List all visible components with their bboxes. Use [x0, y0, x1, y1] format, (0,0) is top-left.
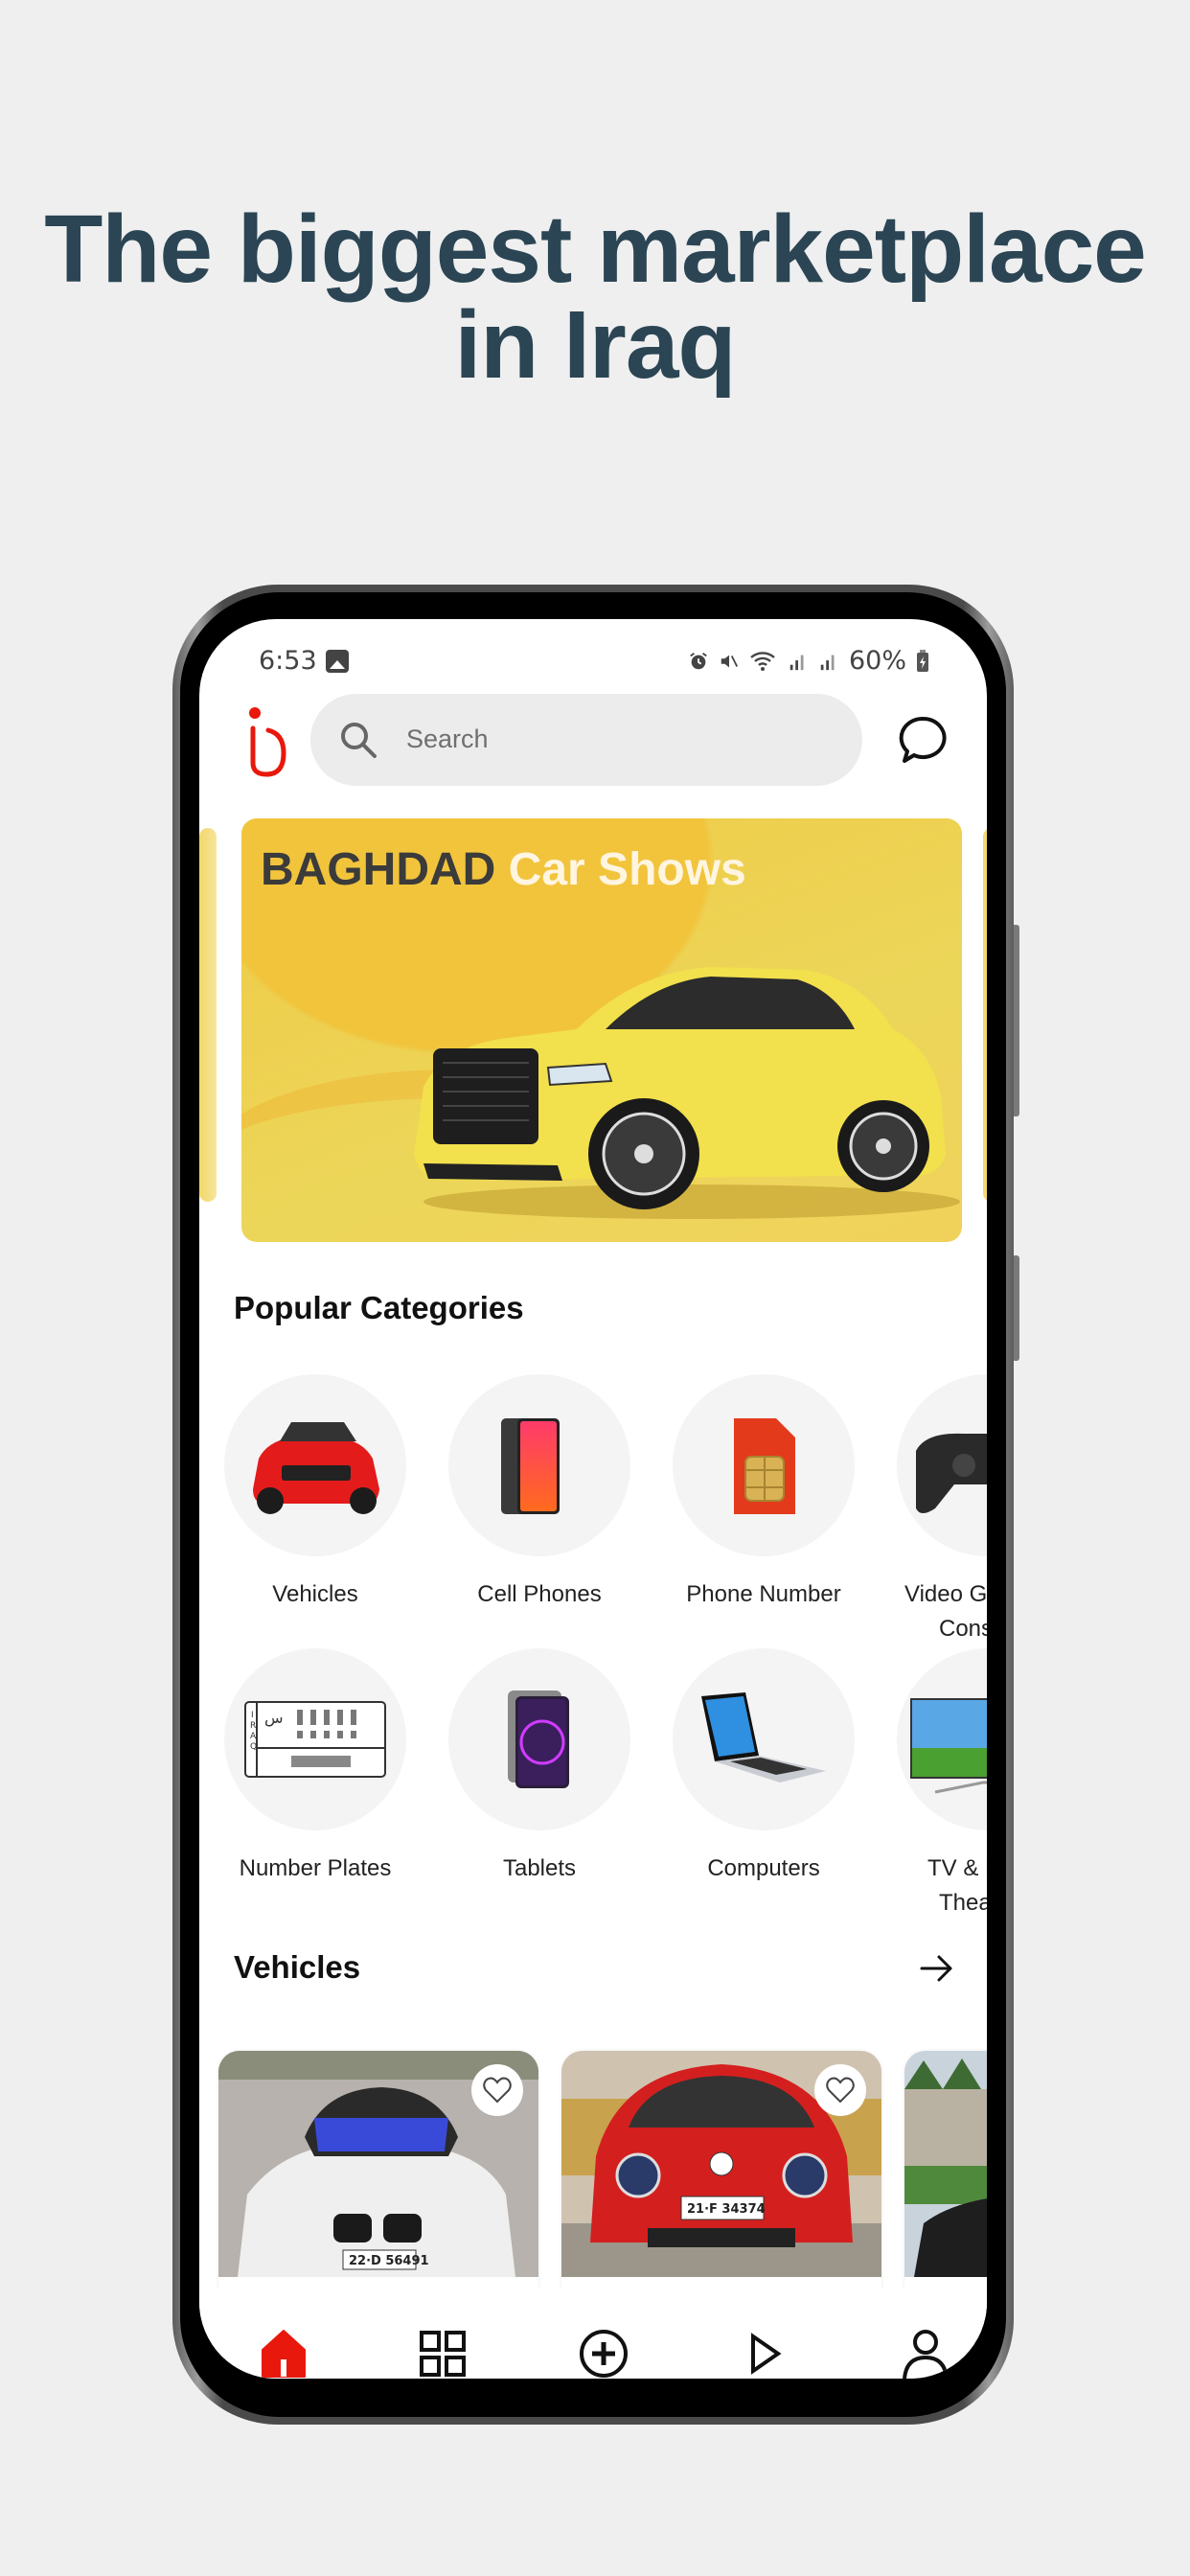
home-icon: [262, 2330, 306, 2378]
popular-categories-title: Popular Categories: [234, 1290, 524, 1325]
category-label-line2: Conso: [939, 1616, 987, 1642]
arrow-right-icon[interactable]: [918, 1949, 956, 1988]
category-vehicles[interactable]: Vehicles: [224, 1374, 406, 1612]
iraq-plate-icon: I R A Q س: [244, 1701, 386, 1778]
category-phone-number[interactable]: Phone Number: [673, 1374, 855, 1612]
category-label: Tablets: [502, 1855, 577, 1881]
category-label: Computers: [707, 1855, 820, 1881]
profile-icon: [903, 2330, 949, 2379]
banner-prev-peek[interactable]: [199, 828, 217, 1202]
category-image: I R A Q س: [224, 1648, 406, 1830]
tablet-icon: [508, 1690, 569, 1788]
battery-charging-icon: [917, 649, 928, 672]
yellow-car-image: [414, 967, 960, 1219]
nav-add-listing[interactable]: [577, 2327, 630, 2379]
favorite-button[interactable]: [814, 2064, 866, 2116]
nav-videos[interactable]: [738, 2327, 791, 2379]
svg-text:A: A: [250, 1732, 257, 1741]
ib-logo[interactable]: [241, 703, 295, 780]
promo-banner[interactable]: BAGHDAD Car Shows: [241, 818, 962, 1242]
category-label: Cell Phones: [477, 1581, 602, 1607]
laptop-icon: [701, 1692, 826, 1782]
category-label: Phone Number: [686, 1581, 841, 1607]
mute-icon: [721, 655, 739, 667]
play-icon: [751, 2333, 782, 2375]
alarm-icon: [690, 652, 707, 669]
category-label: Vehicles: [272, 1581, 358, 1607]
category-image: [673, 1648, 855, 1830]
bottom-navigation: [199, 2288, 987, 2379]
game-controller-icon: [916, 1433, 987, 1513]
banner-title-dark: BAGHDAD: [261, 844, 496, 895]
category-image: [897, 1374, 987, 1556]
heart-icon: [826, 2077, 855, 2104]
banner-next-peek[interactable]: [983, 828, 987, 1202]
category-computers[interactable]: Computers: [673, 1648, 855, 1886]
promo-headline: The biggest marketplace in Iraq: [0, 201, 1190, 393]
license-plate-text: 21·F 34374: [687, 2202, 766, 2217]
category-image: [224, 1374, 406, 1556]
heart-icon: [483, 2077, 512, 2104]
category-tv-home-theater[interactable]: TV & Ho Theat: [897, 1648, 987, 1920]
category-label-line1: Video Ga: [904, 1581, 987, 1607]
status-time: 6:53: [259, 646, 317, 676]
category-image: [673, 1374, 855, 1556]
svg-text:I: I: [251, 1711, 254, 1720]
category-label-line1: TV & Ho: [927, 1855, 987, 1881]
sim-card-icon: [734, 1418, 795, 1514]
license-plate-text: 22·D 56491: [349, 2254, 429, 2268]
chat-bubble-icon[interactable]: [897, 713, 950, 767]
battery-percent: 60%: [848, 646, 906, 676]
category-label: TV & Ho Theat: [897, 1852, 987, 1920]
status-bar: 6:53 60%: [199, 638, 987, 686]
category-tablets[interactable]: Tablets: [448, 1648, 630, 1886]
favorite-button[interactable]: [471, 2064, 523, 2116]
search-input[interactable]: Search: [310, 694, 862, 786]
nav-categories[interactable]: [416, 2327, 469, 2379]
add-circle-icon: [580, 2330, 628, 2378]
app-screen: 6:53 60% Search BAGHDAD Car Shows Popula…: [199, 619, 987, 2379]
category-image: [448, 1374, 630, 1556]
svg-text:Q: Q: [250, 1742, 257, 1752]
search-placeholder: Search: [406, 724, 489, 753]
nav-home[interactable]: [257, 2327, 310, 2379]
category-label: Video Ga Conso: [897, 1577, 987, 1646]
category-label: Number Plates: [239, 1855, 392, 1881]
category-video-games[interactable]: Video Ga Conso: [897, 1374, 987, 1646]
tv-icon: [910, 1698, 987, 1794]
signal-icon: [790, 655, 804, 670]
category-cell-phones[interactable]: Cell Phones: [448, 1374, 630, 1612]
category-image: [897, 1648, 987, 1830]
category-label-line2: Theat: [939, 1890, 987, 1916]
wifi-icon: [750, 651, 775, 671]
headline-line-2: in Iraq: [454, 291, 736, 399]
svg-text:R: R: [250, 1721, 256, 1731]
search-icon: [341, 723, 377, 758]
smartphone-icon: [501, 1418, 560, 1514]
category-number-plates[interactable]: I R A Q س Number Plates: [224, 1648, 406, 1886]
svg-text:س: س: [264, 1709, 284, 1727]
signal-icon: [820, 655, 835, 670]
phone-frame: 6:53 60% Search BAGHDAD Car Shows Popula…: [172, 585, 1014, 2425]
vehicle-image-black-suv: [904, 2051, 987, 2277]
gallery-icon: [326, 650, 349, 673]
banner-title: BAGHDAD Car Shows: [261, 843, 746, 896]
category-image: [448, 1648, 630, 1830]
banner-title-light: Car Shows: [508, 844, 746, 895]
red-car-icon: [253, 1422, 379, 1514]
headline-line-1: The biggest marketplace: [44, 196, 1147, 303]
nav-profile[interactable]: [899, 2327, 952, 2379]
grid-icon: [420, 2331, 466, 2377]
vehicles-section-title: Vehicles: [234, 1949, 361, 1985]
